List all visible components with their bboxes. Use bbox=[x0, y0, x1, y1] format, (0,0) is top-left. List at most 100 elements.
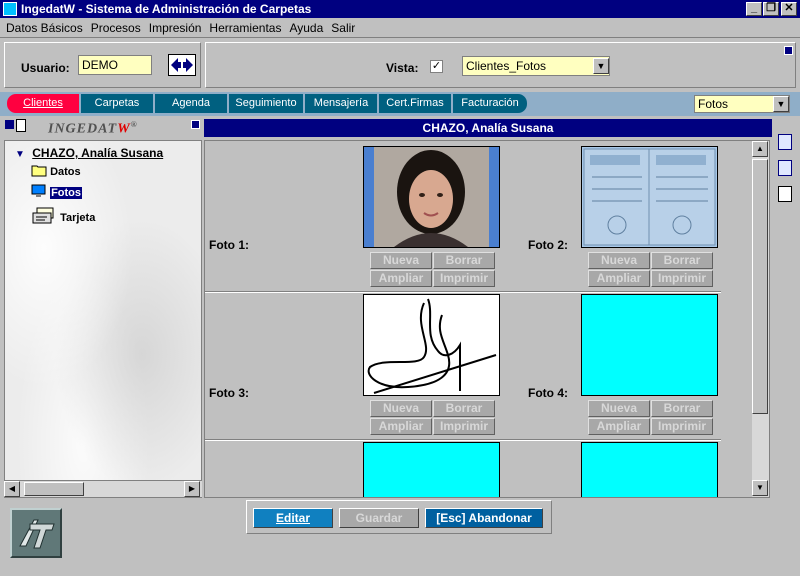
card-file-icon[interactable] bbox=[778, 160, 792, 176]
tab-carpetas[interactable]: Carpetas bbox=[80, 93, 154, 114]
ingedat-logo-icon bbox=[19, 519, 55, 549]
foto-3-image[interactable] bbox=[363, 294, 500, 396]
save-button[interactable]: Guardar bbox=[339, 508, 419, 528]
document-photo bbox=[583, 148, 716, 246]
foto-4-imprimir-button[interactable]: Imprimir bbox=[651, 418, 713, 435]
cancel-button[interactable]: [Esc] Abandonar bbox=[425, 508, 543, 528]
tab-agenda[interactable]: Agenda bbox=[154, 93, 228, 114]
menu-bar: Datos Básicos Procesos Impresión Herramient… bbox=[0, 18, 800, 38]
tree-header: INGEDATW® bbox=[4, 118, 202, 138]
portrait-photo bbox=[374, 147, 489, 247]
photo-vertical-scrollbar[interactable]: ▲ ▼ bbox=[752, 141, 769, 497]
foto-4-label: Foto 4: bbox=[528, 386, 568, 400]
foto-6-empty[interactable] bbox=[581, 442, 718, 497]
foto-5-empty[interactable] bbox=[363, 442, 500, 497]
foto-2-ampliar-button[interactable]: Ampliar bbox=[588, 270, 650, 287]
foto-4-nueva-button[interactable]: Nueva bbox=[588, 400, 650, 417]
triangle-down-icon: ▼ bbox=[15, 149, 25, 160]
view-panel: Vista: ✓ Clientes_Fotos ▼ bbox=[205, 42, 796, 88]
foto-1-label: Foto 1: bbox=[209, 238, 249, 252]
photo-panel: Foto 1: Nueva Borrar Ampliar Imprimir Fo… bbox=[204, 140, 770, 498]
view-select[interactable]: Clientes_Fotos ▼ bbox=[462, 56, 610, 76]
menu-ayuda[interactable]: Ayuda bbox=[285, 18, 327, 35]
menu-datos-basicos[interactable]: Datos Básicos bbox=[0, 18, 87, 35]
user-panel: Usuario: DEMO bbox=[4, 42, 201, 88]
restore-button[interactable]: ❐ bbox=[763, 2, 779, 16]
tab-cert-firmas[interactable]: Cert.Firmas bbox=[378, 93, 452, 114]
user-switch-button[interactable] bbox=[168, 54, 196, 76]
foto-2-image[interactable] bbox=[581, 146, 718, 248]
title-bar: IngedatW - Sistema de Administración de … bbox=[0, 0, 800, 18]
monitor-icon bbox=[31, 184, 46, 197]
calculator-icon[interactable] bbox=[778, 134, 792, 150]
foto-2-nueva-button[interactable]: Nueva bbox=[588, 252, 650, 269]
close-button[interactable]: ✕ bbox=[781, 2, 797, 16]
menu-impresion[interactable]: Impresión bbox=[145, 18, 206, 35]
view-label: Vista: bbox=[386, 61, 419, 75]
client-header: CHAZO, Analía Susana bbox=[204, 119, 772, 137]
menu-salir[interactable]: Salir bbox=[327, 18, 359, 35]
calendar-icon[interactable] bbox=[778, 186, 792, 202]
foto-4-empty[interactable] bbox=[581, 294, 718, 396]
tab-view-select-value: Fotos bbox=[698, 97, 729, 111]
document-icon[interactable] bbox=[16, 119, 26, 132]
scroll-down-button[interactable]: ▼ bbox=[752, 480, 768, 496]
menu-herramientas[interactable]: Herramientas bbox=[205, 18, 285, 35]
edit-button[interactable]: Editar bbox=[253, 508, 333, 528]
row-separator bbox=[205, 439, 721, 441]
scroll-up-button[interactable]: ▲ bbox=[752, 141, 768, 157]
tab-view-select[interactable]: Fotos ▼ bbox=[694, 95, 790, 113]
tree-minimize-icon[interactable] bbox=[191, 120, 200, 129]
panel-minimize-icon[interactable] bbox=[784, 46, 793, 55]
foto-3-imprimir-button[interactable]: Imprimir bbox=[433, 418, 495, 435]
left-right-arrows-icon bbox=[171, 58, 193, 72]
signature-image bbox=[367, 298, 497, 394]
user-input[interactable]: DEMO bbox=[78, 55, 152, 75]
foto-4-borrar-button[interactable]: Borrar bbox=[651, 400, 713, 417]
app-icon[interactable] bbox=[3, 2, 17, 16]
tab-row: Clientes Carpetas Agenda Seguimiento Men… bbox=[0, 92, 800, 116]
app-logo bbox=[10, 508, 62, 558]
foto-1-image[interactable] bbox=[363, 146, 500, 248]
chevron-down-icon[interactable]: ▼ bbox=[773, 96, 789, 112]
tab-facturacion[interactable]: Facturación bbox=[452, 93, 528, 114]
view-select-value: Clientes_Fotos bbox=[466, 59, 547, 73]
foto-3-label: Foto 3: bbox=[209, 386, 249, 400]
tab-mensajeria[interactable]: Mensajería bbox=[304, 93, 378, 114]
window-title: IngedatW - Sistema de Administración de … bbox=[21, 2, 312, 16]
tree-node-client[interactable]: ▼ CHAZO, Analía Susana bbox=[15, 146, 163, 160]
brand-logo: INGEDATW® bbox=[48, 120, 138, 137]
card-icon bbox=[32, 207, 54, 224]
scroll-right-button[interactable]: ▶ bbox=[184, 481, 200, 497]
client-tree: ▼ CHAZO, Analía Susana Datos Fotos Tarje… bbox=[4, 140, 202, 498]
tree-horizontal-scrollbar[interactable]: ◀ ▶ bbox=[4, 480, 202, 497]
row-separator bbox=[205, 291, 721, 293]
scroll-thumb[interactable] bbox=[752, 159, 768, 414]
foto-2-imprimir-button[interactable]: Imprimir bbox=[651, 270, 713, 287]
expand-icon[interactable] bbox=[5, 120, 14, 129]
foto-1-ampliar-button[interactable]: Ampliar bbox=[370, 270, 432, 287]
user-label: Usuario: bbox=[21, 61, 70, 75]
tree-item-datos[interactable]: Datos bbox=[31, 164, 81, 178]
menu-procesos[interactable]: Procesos bbox=[87, 18, 145, 35]
foto-3-ampliar-button[interactable]: Ampliar bbox=[370, 418, 432, 435]
tab-clientes[interactable]: Clientes bbox=[6, 93, 80, 114]
foto-1-nueva-button[interactable]: Nueva bbox=[370, 252, 432, 269]
tab-seguimiento[interactable]: Seguimiento bbox=[228, 93, 304, 114]
scroll-thumb[interactable] bbox=[24, 482, 84, 496]
foto-1-borrar-button[interactable]: Borrar bbox=[433, 252, 495, 269]
scroll-left-button[interactable]: ◀ bbox=[4, 481, 20, 497]
foto-2-label: Foto 2: bbox=[528, 238, 568, 252]
foto-3-borrar-button[interactable]: Borrar bbox=[433, 400, 495, 417]
foto-3-nueva-button[interactable]: Nueva bbox=[370, 400, 432, 417]
view-checkbox[interactable]: ✓ bbox=[430, 60, 443, 73]
foto-1-imprimir-button[interactable]: Imprimir bbox=[433, 270, 495, 287]
action-bar: Editar Guardar [Esc] Abandonar bbox=[246, 500, 552, 534]
tree-item-fotos[interactable]: Fotos bbox=[31, 184, 83, 199]
foto-2-borrar-button[interactable]: Borrar bbox=[651, 252, 713, 269]
folder-icon bbox=[31, 165, 47, 177]
minimize-button[interactable]: _ bbox=[746, 2, 762, 16]
foto-4-ampliar-button[interactable]: Ampliar bbox=[588, 418, 650, 435]
tree-item-tarjeta[interactable]: Tarjeta bbox=[31, 207, 95, 225]
chevron-down-icon[interactable]: ▼ bbox=[593, 58, 609, 74]
